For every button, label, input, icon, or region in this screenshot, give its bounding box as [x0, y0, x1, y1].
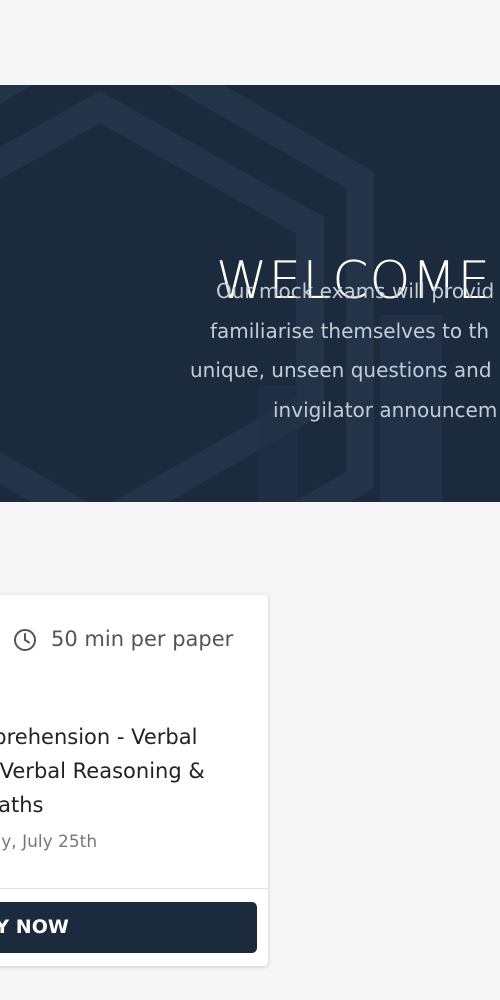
- card-divider: [0, 888, 268, 889]
- hero-banner: WELCOME Our mock exams will provid famil…: [0, 85, 500, 502]
- exam-product-card: 50 min per paper nprehension - Verbal n-…: [0, 595, 268, 966]
- course-title-line: n-Verbal Reasoning &: [0, 759, 205, 783]
- hero-text-line: familiarise themselves to th: [210, 319, 490, 343]
- buy-now-button[interactable]: UY NOW: [0, 902, 257, 953]
- clock-icon: [14, 629, 36, 651]
- page: WELCOME Our mock exams will provid famil…: [0, 0, 500, 1000]
- exam-duration: 50 min per paper: [51, 627, 234, 651]
- hero-text-line: unique, unseen questions and: [190, 358, 492, 382]
- exam-date: day, July 25th: [0, 832, 98, 852]
- hero-text-line: Our mock exams will provid: [216, 279, 495, 303]
- course-title-line: Maths: [0, 793, 44, 817]
- hero-text-line: invigilator announcem: [273, 398, 498, 422]
- course-title-line: nprehension - Verbal: [0, 725, 198, 749]
